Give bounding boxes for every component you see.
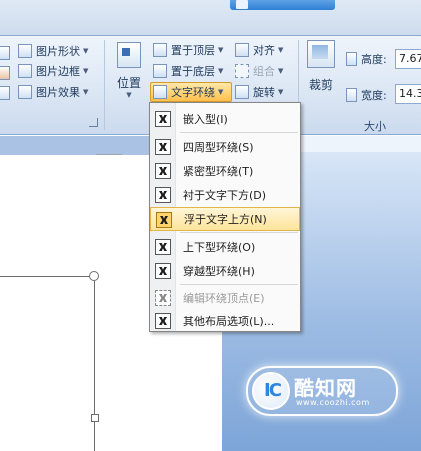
height-input[interactable]: 7.67 <box>395 49 421 69</box>
tight-wrap-icon <box>155 163 171 179</box>
align-icon <box>235 43 249 57</box>
menu-item-label: 上下型环绕(O) <box>183 241 256 254</box>
chevron-down-icon: ▼ <box>278 67 284 75</box>
position-button[interactable]: 位置 ▼ <box>112 40 146 108</box>
bring-to-front-label: 置于顶层 <box>171 44 215 57</box>
chevron-down-icon: ▼ <box>218 67 224 75</box>
send-to-back-label: 置于底层 <box>171 65 215 78</box>
picture-effects-button[interactable]: 图片效果 ▼ <box>18 83 88 101</box>
inline-wrap-icon <box>155 111 171 127</box>
chevron-down-icon: ▼ <box>218 88 224 96</box>
menu-item-label: 衬于文字下方(D) <box>183 189 267 202</box>
square-wrap-icon <box>155 139 171 155</box>
edit-wrap-points-icon <box>155 290 171 306</box>
menu-item-edit-wrap-points[interactable]: 编辑环绕顶点(E) <box>150 286 300 310</box>
chevron-down-icon: ▼ <box>278 46 284 54</box>
group-button[interactable]: 组合 ▼ <box>235 62 283 80</box>
chevron-down-icon: ▼ <box>83 67 89 75</box>
menu-separator <box>180 132 298 133</box>
selection-border-right <box>94 276 95 451</box>
width-icon <box>346 88 357 102</box>
chevron-down-icon: ▼ <box>83 88 89 96</box>
watermark-url: www.coozhi.com <box>296 398 370 407</box>
behind-text-icon <box>155 187 171 203</box>
position-label: 位置 <box>116 76 141 90</box>
height-icon <box>346 52 357 66</box>
style-swatch-1[interactable] <box>0 46 10 60</box>
menu-item-label: 编辑环绕顶点(E) <box>183 292 265 305</box>
chevron-down-icon: ▼ <box>126 91 132 99</box>
ribbon-tab-active-partial[interactable] <box>230 0 335 10</box>
width-input[interactable]: 14.3 <box>395 84 421 104</box>
menu-item-label: 浮于文字上方(N) <box>184 213 267 226</box>
menu-item-label: 穿越型环绕(H) <box>183 265 255 278</box>
wrap-text-button[interactable]: 文字环绕 ▼ <box>153 83 223 101</box>
top-bottom-wrap-icon <box>155 239 171 255</box>
bring-to-front-icon <box>153 43 167 57</box>
align-button[interactable]: 对齐 ▼ <box>235 41 283 59</box>
margin-marker <box>96 154 122 155</box>
menu-item-tight[interactable]: 紧密型环绕(T) <box>150 159 300 183</box>
group-icon <box>235 64 249 78</box>
menu-item-inline[interactable]: 嵌入型(I) <box>150 107 300 131</box>
crop-label: 裁剪 <box>308 78 333 92</box>
rotate-label: 旋转 <box>253 86 275 99</box>
picture-effects-icon <box>18 85 32 99</box>
chevron-down-icon: ▼ <box>218 46 224 54</box>
picture-border-button[interactable]: 图片边框 ▼ <box>18 62 88 80</box>
send-to-back-icon <box>153 64 167 78</box>
menu-separator <box>180 232 298 233</box>
in-front-of-text-icon <box>156 212 172 228</box>
resize-handle-corner[interactable] <box>89 271 99 281</box>
menu-item-label: 四周型环绕(S) <box>183 141 254 154</box>
size-group-label: 大小 <box>364 120 386 133</box>
dialog-launcher-icon[interactable] <box>89 118 98 127</box>
picture-effects-label: 图片效果 <box>36 86 80 99</box>
style-swatch-3[interactable] <box>0 86 10 100</box>
crop-button[interactable]: 裁剪 <box>304 40 338 110</box>
height-label: 高度: <box>361 53 387 66</box>
picture-shape-label: 图片形状 <box>36 45 80 58</box>
group-divider <box>104 40 105 130</box>
chevron-down-icon: ▼ <box>278 88 284 96</box>
menu-separator <box>180 284 298 285</box>
wrap-text-label: 文字环绕 <box>171 86 215 99</box>
style-swatch-2[interactable] <box>0 66 10 80</box>
width-label: 宽度: <box>361 89 387 102</box>
watermark-logo-text: IC <box>264 380 282 401</box>
wrap-text-icon <box>153 85 167 99</box>
resize-handle-side[interactable] <box>91 414 99 422</box>
rotate-icon <box>235 85 249 99</box>
menu-item-label: 紧密型环绕(T) <box>183 165 254 178</box>
crop-icon <box>307 40 335 68</box>
selection-border-top <box>0 276 94 277</box>
menu-item-behind-text[interactable]: 衬于文字下方(D) <box>150 183 300 207</box>
menu-item-top-bottom[interactable]: 上下型环绕(O) <box>150 235 300 259</box>
picture-border-label: 图片边框 <box>36 65 80 78</box>
picture-shape-icon <box>18 44 32 58</box>
menu-item-more-layout-options[interactable]: 其他布局选项(L)... <box>150 309 300 333</box>
menu-item-label: 其他布局选项(L)... <box>183 315 275 328</box>
chevron-down-icon: ▼ <box>83 47 89 55</box>
position-icon <box>117 42 141 68</box>
picture-shape-button[interactable]: 图片形状 ▼ <box>18 42 88 60</box>
layout-options-icon <box>155 313 171 329</box>
width-label-row: 宽度: <box>346 86 387 104</box>
title-strip <box>0 0 421 36</box>
rotate-button[interactable]: 旋转 ▼ <box>235 83 283 101</box>
bring-to-front-button[interactable]: 置于顶层 ▼ <box>153 41 223 59</box>
tab-icon <box>236 0 248 9</box>
through-wrap-icon <box>155 263 171 279</box>
watermark-title: 酷知网 <box>294 376 357 400</box>
menu-item-through[interactable]: 穿越型环绕(H) <box>150 259 300 283</box>
height-label-row: 高度: <box>346 50 387 68</box>
align-label: 对齐 <box>253 44 275 57</box>
send-to-back-button[interactable]: 置于底层 ▼ <box>153 62 223 80</box>
menu-item-in-front-of-text[interactable]: 浮于文字上方(N) <box>150 207 300 231</box>
picture-border-icon <box>18 64 32 78</box>
wrap-text-menu: 嵌入型(I) 四周型环绕(S) 紧密型环绕(T) 衬于文字下方(D) 浮于文字上… <box>149 102 301 332</box>
group-label: 组合 <box>253 65 275 78</box>
menu-item-square[interactable]: 四周型环绕(S) <box>150 135 300 159</box>
menu-item-label: 嵌入型(I) <box>183 113 228 126</box>
